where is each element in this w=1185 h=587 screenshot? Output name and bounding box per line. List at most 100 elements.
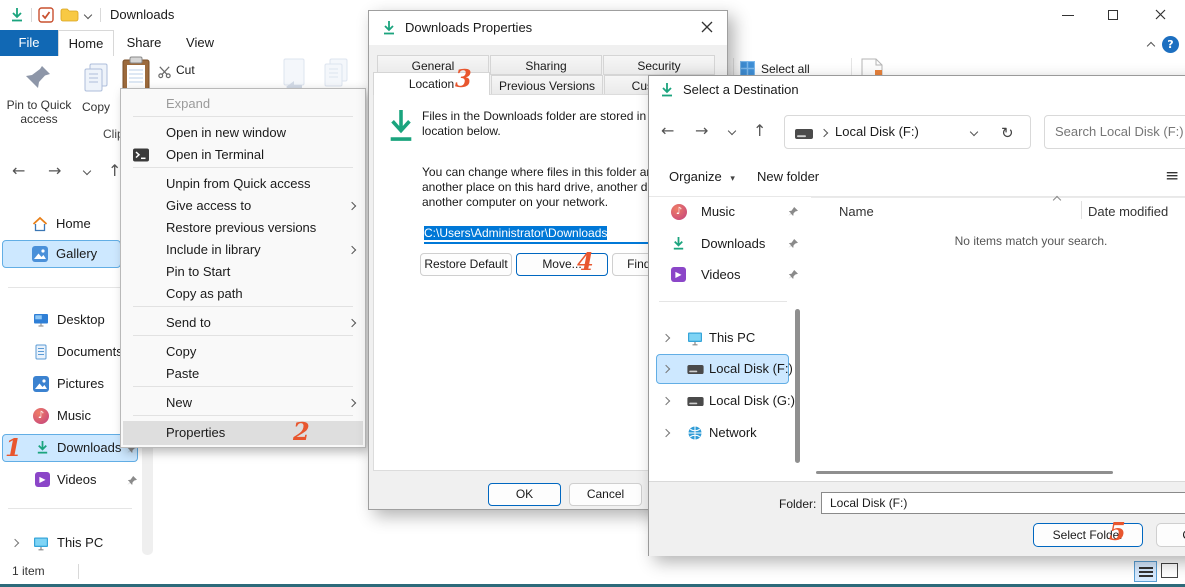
sort-ascending-icon[interactable] <box>1053 196 1061 204</box>
horizontal-scrollbar[interactable] <box>816 471 1113 474</box>
cut-button[interactable]: Cut <box>176 63 195 77</box>
view-menu-icon[interactable]: ≡ <box>1165 166 1179 186</box>
properties-check-icon[interactable] <box>38 7 54 23</box>
column-header-date-modified[interactable]: Date modified <box>1088 204 1168 219</box>
expand-chevron-icon[interactable] <box>662 397 670 405</box>
recent-locations-icon[interactable] <box>728 127 736 135</box>
pin-icon <box>787 269 799 281</box>
sidebar-item-pictures[interactable]: Pictures <box>0 370 140 398</box>
organize-button[interactable]: Organize ▾ <box>669 169 735 189</box>
tab-previous-versions[interactable]: Previous Versions <box>491 75 603 95</box>
menu-item-unpin-from-quick-access[interactable]: Unpin from Quick access <box>123 173 363 195</box>
menu-item-new[interactable]: New <box>123 392 363 414</box>
recent-locations-icon[interactable] <box>83 167 91 175</box>
dest-sidebar-item-local-disk-g[interactable]: Local Disk (G:) <box>649 386 797 416</box>
ok-button[interactable]: OK <box>488 483 561 506</box>
cancel-button[interactable]: Cancel <box>569 483 642 506</box>
tab-location[interactable]: Location <box>373 72 490 95</box>
sidebar-item-desktop[interactable]: Desktop <box>0 306 140 334</box>
menu-item-open-in-terminal[interactable]: Open in Terminal <box>123 144 363 166</box>
thumbnail-view-button[interactable] <box>1161 563 1178 578</box>
maximize-button[interactable] <box>1090 0 1136 30</box>
pin-to-quick-access-button[interactable]: Pin to Quick access <box>6 60 72 148</box>
tab-sharing[interactable]: Sharing <box>490 55 602 75</box>
new-folder-button[interactable]: New folder <box>757 169 819 189</box>
menu-item-give-access-to[interactable]: Give access to <box>123 195 363 217</box>
pin-icon <box>787 206 799 218</box>
expand-chevron-icon[interactable] <box>11 539 19 547</box>
back-icon[interactable]: ← <box>12 161 25 180</box>
dest-sidebar-item-music[interactable]: ♪ Music <box>649 197 797 227</box>
restore-default-button[interactable]: Restore Default <box>420 253 512 276</box>
search-box[interactable]: Search Local Disk (F:) <box>1044 115 1185 149</box>
menu-item-paste[interactable]: Paste <box>123 363 363 385</box>
minimize-button[interactable] <box>1045 0 1091 30</box>
menu-item-copy[interactable]: Copy <box>123 341 363 363</box>
dest-cancel-button[interactable]: Cancel <box>1156 523 1185 547</box>
dest-sidebar-scrollbar[interactable] <box>795 309 800 463</box>
details-view-button[interactable] <box>1134 561 1157 582</box>
divider <box>31 8 32 22</box>
pin-icon <box>126 475 138 487</box>
address-path: Local Disk (F:) <box>835 124 919 139</box>
move-button[interactable]: Move... <box>516 253 608 276</box>
select-all-icon <box>740 61 755 76</box>
pin-icon <box>787 238 799 250</box>
tab-file[interactable]: File <box>0 30 58 56</box>
documents-icon <box>33 344 49 360</box>
item-label: Music <box>701 197 735 227</box>
menu-item-restore-previous-versions[interactable]: Restore previous versions <box>123 217 363 239</box>
refresh-icon[interactable]: ↻ <box>1001 124 1014 142</box>
move-to-icon[interactable] <box>280 58 308 92</box>
menu-item-open-in-new-window[interactable]: Open in new window <box>123 122 363 144</box>
dest-sidebar-item-local-disk-f[interactable]: Local Disk (F:) <box>649 354 797 384</box>
up-icon[interactable]: ↑ <box>753 121 766 140</box>
tab-share[interactable]: Share <box>118 30 170 56</box>
tab-security[interactable]: Security <box>603 55 715 75</box>
expand-chevron-icon[interactable] <box>662 334 670 342</box>
close-button[interactable] <box>1138 0 1184 30</box>
qat-customize-chevron-icon[interactable] <box>84 11 92 19</box>
properties-title-bar: Downloads Properties <box>369 11 727 45</box>
tab-view[interactable]: View <box>174 30 226 56</box>
dest-sidebar-item-downloads[interactable]: Downloads <box>649 229 797 259</box>
menu-item-include-in-library[interactable]: Include in library <box>123 239 363 261</box>
back-icon[interactable]: ← <box>661 121 674 140</box>
forward-icon[interactable]: → <box>48 161 61 180</box>
download-icon <box>381 20 397 36</box>
dest-sidebar-item-this-pc[interactable]: This PC <box>649 323 797 353</box>
address-bar[interactable]: Local Disk (F:) ↻ <box>784 115 1031 149</box>
expand-chevron-icon[interactable] <box>662 429 670 437</box>
sidebar-item-documents[interactable]: Documents <box>0 338 140 366</box>
sidebar-item-this-pc[interactable]: This PC <box>0 529 140 557</box>
expand-chevron-icon[interactable] <box>662 365 670 373</box>
column-divider[interactable] <box>1081 201 1082 219</box>
copy-to-icon[interactable] <box>320 58 352 92</box>
dest-sidebar-item-videos[interactable]: ▶ Videos <box>649 260 797 290</box>
sidebar-scrollbar[interactable] <box>142 430 153 555</box>
new-folder-icon[interactable] <box>60 8 79 22</box>
ribbon-collapse-icon[interactable] <box>1147 42 1155 50</box>
tab-home[interactable]: Home <box>58 30 114 56</box>
menu-item-copy-as-path[interactable]: Copy as path <box>123 283 363 305</box>
column-header-name[interactable]: Name <box>839 204 874 219</box>
forward-icon[interactable]: → <box>695 121 708 140</box>
sidebar-item-gallery[interactable]: Gallery <box>0 240 140 268</box>
pushpin-icon <box>26 64 52 94</box>
menu-item-pin-to-start[interactable]: Pin to Start <box>123 261 363 283</box>
help-icon[interactable]: ? <box>1162 36 1179 53</box>
sidebar-item-home[interactable]: Home <box>0 210 140 238</box>
sidebar-item-videos[interactable]: ▶ Videos <box>0 466 140 494</box>
address-dropdown-icon[interactable] <box>970 128 978 136</box>
dest-sidebar-item-network[interactable]: Network <box>649 418 797 448</box>
screen: { "colors": { "accent": "#0067c0", "sele… <box>0 0 1185 587</box>
close-icon[interactable] <box>701 21 713 33</box>
folder-input[interactable]: Local Disk (F:) <box>821 492 1185 514</box>
item-label: Local Disk (F:) <box>709 354 793 384</box>
context-menu: Expand Open in new window Open in Termin… <box>120 88 366 448</box>
sidebar-item-music[interactable]: ♪ Music <box>0 402 140 430</box>
menu-item-properties[interactable]: Properties <box>123 421 363 445</box>
select-folder-button[interactable]: Select Folder <box>1033 523 1143 547</box>
menu-item-send-to[interactable]: Send to <box>123 312 363 334</box>
menu-item-expand: Expand <box>123 93 363 115</box>
